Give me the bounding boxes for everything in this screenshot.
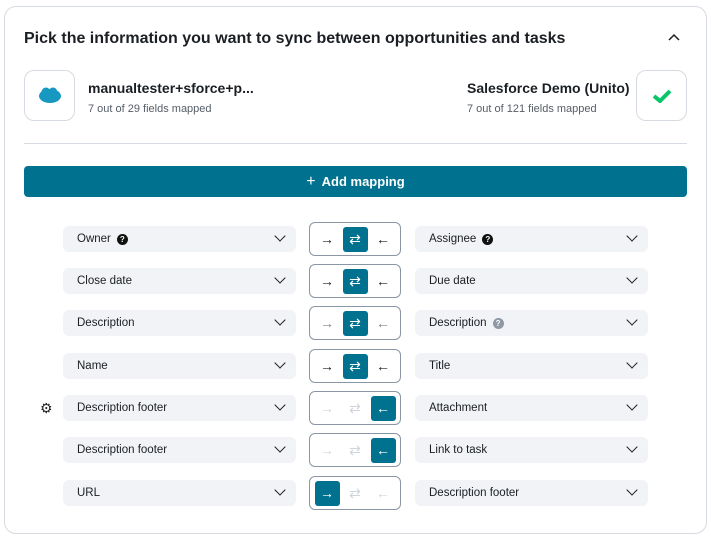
direction-left-button[interactable]: ←	[371, 227, 396, 252]
left-field-label: Name	[77, 360, 108, 372]
help-icon[interactable]: ?	[492, 317, 504, 329]
direction-left-button[interactable]: ←	[370, 395, 396, 421]
direction-both-button[interactable]: ⇄	[342, 353, 368, 379]
left-field-select[interactable]: Name	[63, 353, 296, 379]
right-field-select[interactable]: Description footer	[415, 480, 648, 506]
left-field-label: Description footer	[77, 444, 168, 456]
direction-toggle: → ⇄ ←	[309, 476, 401, 510]
direction-left-button[interactable]: ←	[371, 311, 396, 336]
direction-toggle: → ⇄ ←	[309, 306, 401, 340]
direction-right-button[interactable]: →	[315, 354, 340, 379]
left-field-select[interactable]: Description	[63, 310, 296, 336]
chevron-down-icon	[274, 484, 286, 496]
right-field-label: Title	[429, 360, 451, 372]
chevron-down-icon	[274, 272, 286, 284]
chevron-down-icon	[626, 272, 638, 284]
divider	[24, 143, 687, 144]
direction-both-button[interactable]: ⇄	[342, 310, 368, 336]
direction-toggle: → ⇄ ←	[309, 222, 401, 256]
salesforce-logo	[24, 70, 75, 121]
left-field-select[interactable]: Description footer	[63, 395, 296, 421]
right-app-name: Salesforce Demo (Unito)	[467, 80, 630, 96]
direction-toggle: → ⇄ ←	[309, 349, 401, 383]
right-field-label: Due date	[429, 275, 476, 287]
chevron-down-icon	[274, 314, 286, 326]
right-field-select[interactable]: Assignee?	[415, 226, 648, 252]
right-field-label: Description footer	[429, 487, 520, 499]
direction-right-button[interactable]: →	[315, 438, 340, 463]
left-field-label: Description footer	[77, 402, 168, 414]
left-field-label: URL	[77, 487, 101, 499]
chevron-down-icon	[626, 441, 638, 453]
mapping-row: Close date → ⇄ ← Due date	[0, 264, 711, 298]
right-field-select[interactable]: Title	[415, 353, 648, 379]
right-field-label: Link to task	[429, 444, 488, 456]
mapping-row: Owner? → ⇄ ← Assignee?	[0, 222, 711, 256]
chevron-down-icon	[274, 230, 286, 242]
add-mapping-button[interactable]: + Add mapping	[24, 166, 687, 197]
direction-right-button[interactable]: →	[315, 396, 340, 421]
mapping-row: Description footer → ⇄ ← Link to task	[0, 433, 711, 467]
left-field-select[interactable]: URL	[63, 480, 296, 506]
direction-both-button[interactable]: ⇄	[342, 268, 368, 294]
chevron-down-icon	[626, 357, 638, 369]
direction-left-button[interactable]: ←	[370, 437, 396, 463]
right-app-fields: 7 out of 121 fields mapped	[467, 103, 597, 115]
direction-right-button[interactable]: →	[314, 480, 340, 506]
direction-left-button[interactable]: ←	[371, 354, 396, 379]
direction-toggle: → ⇄ ←	[309, 433, 401, 467]
direction-both-button[interactable]: ⇄	[343, 481, 368, 506]
direction-right-button[interactable]: →	[315, 227, 340, 252]
help-icon[interactable]: ?	[116, 233, 128, 245]
right-field-select[interactable]: Description?	[415, 310, 648, 336]
left-field-select[interactable]: Owner?	[63, 226, 296, 252]
chevron-down-icon	[274, 441, 286, 453]
direction-both-button[interactable]: ⇄	[343, 396, 368, 421]
chevron-down-icon	[626, 484, 638, 496]
mapping-row: ⚙ Description footer → ⇄ ← Attachment	[0, 391, 711, 425]
right-field-label: Attachment	[429, 402, 488, 414]
right-field-select[interactable]: Due date	[415, 268, 648, 294]
left-field-select[interactable]: Close date	[63, 268, 296, 294]
left-field-label: Description	[77, 317, 135, 329]
left-app-name: manualtester+sforce+p...	[88, 80, 254, 96]
right-field-select[interactable]: Link to task	[415, 437, 648, 463]
direction-left-button[interactable]: ←	[371, 481, 396, 506]
add-mapping-label: Add mapping	[321, 174, 405, 189]
right-field-select[interactable]: Attachment	[415, 395, 648, 421]
mapping-row: URL → ⇄ ← Description footer	[0, 476, 711, 510]
mapping-row: Name → ⇄ ← Title	[0, 349, 711, 383]
direction-toggle: → ⇄ ←	[309, 264, 401, 298]
gear-icon[interactable]: ⚙	[40, 400, 53, 417]
left-field-select[interactable]: Description footer	[63, 437, 296, 463]
right-field-label: Description	[429, 317, 487, 329]
wrike-check-logo	[636, 70, 687, 121]
direction-both-button[interactable]: ⇄	[343, 438, 368, 463]
left-field-label: Close date	[77, 275, 132, 287]
direction-toggle: → ⇄ ←	[309, 391, 401, 425]
chevron-down-icon	[626, 230, 638, 242]
chevron-up-icon[interactable]	[668, 28, 680, 44]
mapping-row: Description → ⇄ ← Description?	[0, 306, 711, 340]
direction-right-button[interactable]: →	[315, 311, 340, 336]
right-field-label: Assignee	[429, 233, 477, 245]
help-icon[interactable]: ?	[482, 233, 494, 245]
direction-both-button[interactable]: ⇄	[342, 226, 368, 252]
chevron-down-icon	[274, 357, 286, 369]
chevron-down-icon	[626, 399, 638, 411]
chevron-down-icon	[274, 399, 286, 411]
section-title: Pick the information you want to sync be…	[24, 30, 566, 47]
direction-left-button[interactable]: ←	[371, 269, 396, 294]
left-app-fields: 7 out of 29 fields mapped	[88, 103, 212, 115]
direction-right-button[interactable]: →	[315, 269, 340, 294]
plus-icon: +	[306, 172, 316, 190]
chevron-down-icon	[626, 314, 638, 326]
left-field-label: Owner	[77, 233, 111, 245]
